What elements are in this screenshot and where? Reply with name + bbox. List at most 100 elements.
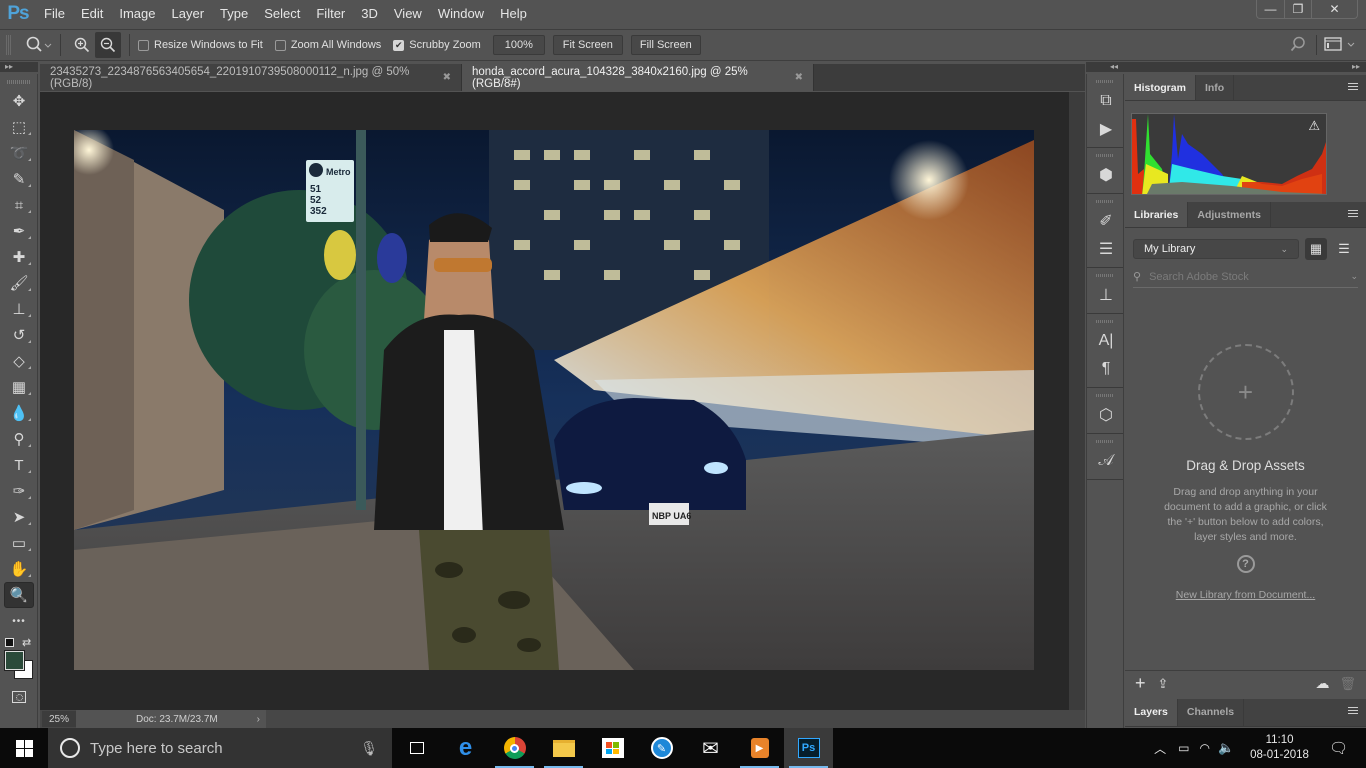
grip[interactable] (1096, 154, 1114, 157)
tab-info[interactable]: Info (1196, 75, 1235, 100)
tab-layers[interactable]: Layers (1125, 699, 1178, 726)
panel-collapse-strip[interactable]: ◂◂ ▸▸ (1086, 62, 1366, 72)
menu-image[interactable]: Image (111, 0, 163, 28)
menu-type[interactable]: Type (212, 0, 256, 28)
menu-3d[interactable]: 3D (353, 0, 386, 28)
action-center-icon[interactable]: 🗨 (1329, 739, 1348, 757)
taskbar-search-input[interactable]: Type here to search (90, 740, 360, 757)
app-wrench-button[interactable]: ✎ (637, 728, 686, 768)
file-explorer-button[interactable] (539, 728, 588, 768)
upload-icon[interactable]: ⇪ (1158, 676, 1169, 692)
clone-source-icon[interactable]: ⊥ (1087, 281, 1125, 309)
3d-icon[interactable]: ⬡ (1087, 401, 1125, 429)
tab-libraries[interactable]: Libraries (1125, 202, 1189, 227)
brush-tool-button[interactable]: 🖌 (0, 270, 38, 296)
close-tab-icon[interactable]: ✖ (443, 72, 451, 83)
zoom-tool-button[interactable]: 🔍 (4, 582, 34, 608)
zoom-all-windows-checkbox[interactable]: Zoom All Windows (274, 39, 381, 51)
eraser-tool-button[interactable]: ◇ (0, 348, 38, 374)
clone-stamp-tool-button[interactable]: ⊥ (0, 296, 38, 322)
path-selection-tool-button[interactable]: ➤ (0, 504, 38, 530)
histogram-warning-icon[interactable]: ⚠ (1308, 118, 1320, 134)
status-menu-arrow[interactable]: › (257, 714, 260, 725)
tab-channels[interactable]: Channels (1178, 699, 1245, 726)
gradient-tool-button[interactable]: ▦ (0, 374, 38, 400)
zoom-out-icon[interactable] (95, 32, 121, 58)
crop-tool-button[interactable]: ⌗ (0, 192, 38, 218)
close-button[interactable]: ✕ (1311, 0, 1357, 18)
checkbox-box[interactable] (138, 39, 149, 51)
media-player-button[interactable]: ▶ (735, 728, 784, 768)
tab-histogram[interactable]: Histogram (1125, 75, 1196, 100)
actions-play-icon[interactable]: ▶ (1087, 115, 1125, 143)
menu-filter[interactable]: Filter (308, 0, 353, 28)
menu-layer[interactable]: Layer (164, 0, 213, 28)
quick-mask-button[interactable] (0, 684, 38, 710)
help-icon[interactable]: ? (1236, 555, 1255, 573)
swap-colors-icon[interactable]: ⇄ (22, 636, 31, 649)
dodge-tool-button[interactable]: ⚲ (0, 426, 38, 452)
checkbox-box-checked[interactable]: ✔ (393, 39, 405, 51)
minimize-button[interactable]: — (1257, 0, 1284, 18)
restore-button[interactable]: ❐ (1284, 0, 1311, 18)
resize-windows-checkbox[interactable]: Resize Windows to Fit (138, 39, 263, 51)
library-select[interactable]: My Library ⌄ (1133, 239, 1299, 259)
zoom-level-field[interactable]: 25% (42, 711, 76, 727)
menu-view[interactable]: View (386, 0, 430, 28)
quick-selection-tool-button[interactable]: ✎ (0, 166, 38, 192)
zoom-100-button[interactable]: 100% (492, 35, 545, 55)
zoom-tool-preset-icon[interactable] (26, 36, 52, 54)
chevron-down-icon[interactable]: ⌄ (1350, 271, 1358, 282)
creative-cloud-icon[interactable]: ☁ (1315, 675, 1329, 692)
menu-file[interactable]: File (36, 0, 73, 28)
blur-tool-button[interactable]: 💧 (0, 400, 38, 426)
glyphs-icon[interactable]: 𝒜 (1087, 447, 1125, 475)
microphone-icon[interactable]: 🎙 (360, 740, 378, 757)
scrubby-zoom-checkbox[interactable]: ✔ Scrubby Zoom (393, 39, 481, 51)
checkbox-box[interactable] (274, 39, 286, 51)
volume-icon[interactable]: 🔈 (1218, 740, 1234, 756)
stock-search-input[interactable]: Search Adobe Stock (1149, 271, 1350, 283)
panel-menu-icon[interactable] (1348, 210, 1358, 219)
panel-menu-icon[interactable] (1348, 83, 1358, 92)
doc-info[interactable]: Doc: 23.7M/23.7M › (76, 710, 266, 728)
move-tool-button[interactable]: ✥ (0, 88, 38, 114)
doc-tab-active[interactable]: honda_accord_acura_104328_3840x2160.jpg … (462, 64, 814, 91)
grip[interactable] (1096, 200, 1114, 203)
edit-toolbar-button[interactable]: ••• (0, 608, 38, 634)
brushes-icon[interactable]: ✐ (1087, 207, 1125, 235)
healing-brush-tool-button[interactable]: ✚ (0, 244, 38, 270)
type-tool-button[interactable]: T (0, 452, 38, 478)
hand-tool-button[interactable]: ✋ (0, 556, 38, 582)
properties-3d-icon[interactable]: ⬢ (1087, 161, 1125, 189)
history-brush-tool-button[interactable]: ↺ (0, 322, 38, 348)
close-tab-icon[interactable]: ✖ (795, 72, 803, 83)
list-view-button[interactable]: ☰ (1333, 238, 1355, 260)
clock[interactable]: 11:10 08-01-2018 (1250, 733, 1309, 763)
new-library-link[interactable]: New Library from Document... (1125, 589, 1366, 601)
grid-view-button[interactable]: ▦ (1305, 238, 1327, 260)
vertical-scrollbar[interactable] (1069, 92, 1085, 710)
search-icon[interactable] (1290, 36, 1306, 52)
battery-icon[interactable]: ▭ (1178, 741, 1189, 755)
panel-menu-icon[interactable] (1348, 707, 1358, 716)
grip[interactable] (1096, 320, 1114, 323)
collapse-right-icon[interactable]: ▸▸ (1352, 62, 1360, 72)
toolbar-collapse-toggle[interactable]: ▸▸ (0, 62, 38, 72)
zoom-in-icon[interactable] (69, 32, 95, 58)
grip[interactable] (1096, 394, 1114, 397)
rectangle-tool-button[interactable]: ▭ (0, 530, 38, 556)
photoshop-taskbar-button[interactable]: Ps (784, 728, 833, 768)
menu-window[interactable]: Window (430, 0, 492, 28)
wifi-icon[interactable]: ◠ (1199, 741, 1209, 755)
options-bar-grip[interactable] (6, 35, 12, 55)
menu-select[interactable]: Select (256, 0, 308, 28)
workspace-switcher-icon[interactable] (1324, 37, 1356, 51)
fit-screen-button[interactable]: Fit Screen (552, 35, 623, 55)
start-button[interactable] (0, 728, 48, 768)
add-content-icon[interactable]: + (1135, 673, 1146, 694)
menu-help[interactable]: Help (492, 0, 535, 28)
history-icon[interactable]: ⧉ (1087, 87, 1125, 115)
task-view-button[interactable] (392, 728, 441, 768)
trash-icon[interactable]: 🗑 (1339, 676, 1356, 692)
